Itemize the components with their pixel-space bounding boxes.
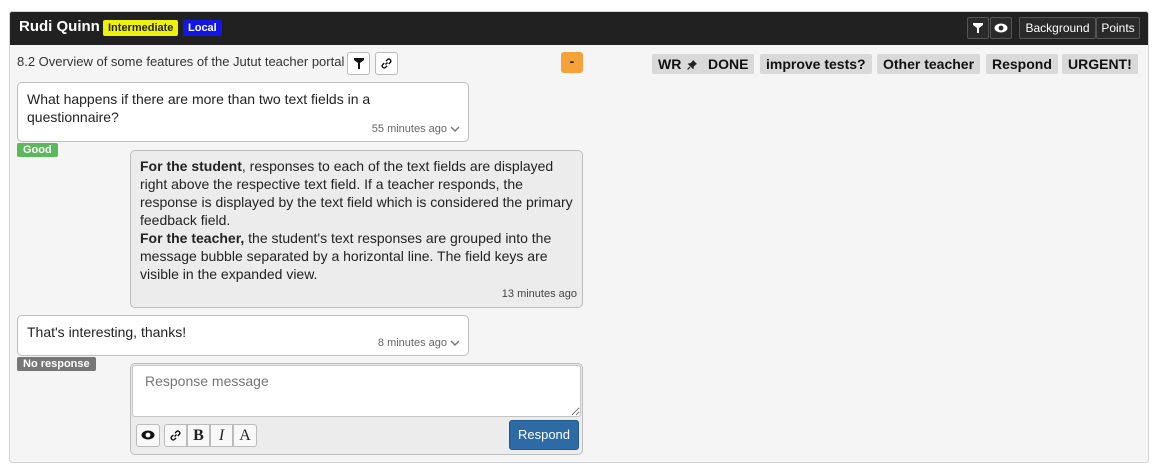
eye-icon [994,23,1008,33]
respond-button[interactable]: Respond [509,420,579,450]
student-name[interactable]: Rudi Quinn [19,18,100,35]
response-composer: B I A Respond [130,363,583,455]
status-badge: Good [17,143,58,157]
exercise-filter-button[interactable] [347,52,370,75]
header-eye-button[interactable] [990,17,1012,39]
exercise-title[interactable]: 8.2 Overview of some features of the Jut… [17,54,344,69]
answer-bold-student: For the student [140,158,242,174]
answer-bold-teacher: For the teacher, [140,230,245,246]
filter-icon [353,58,364,69]
conversation-panel: Rudi Quinn Intermediate Local Background… [9,11,1149,463]
tag-urgent[interactable]: URGENT! [1062,54,1138,74]
student-message-bubble[interactable]: That's interesting, thanks! 8 minutes ag… [17,315,469,356]
bold-button[interactable]: B [187,424,210,447]
location-badge: Local [183,20,222,36]
chevron-down-icon [450,126,460,132]
eye-icon [141,430,155,440]
tag-label: WR [658,56,682,72]
points-button[interactable]: Points [1096,17,1140,39]
pin-icon [687,60,698,70]
tag-improve-tests[interactable]: improve tests? [760,54,872,74]
exercise-link-button[interactable] [375,52,398,75]
student-header-bar: Rudi Quinn Intermediate Local Background… [10,12,1148,45]
timestamp-text: 8 minutes ago [377,337,447,349]
tag-wr[interactable]: WR [652,54,705,74]
message-timestamp[interactable]: 55 minutes ago [372,120,460,138]
filter-icon [973,23,983,33]
timestamp-text: 55 minutes ago [371,123,447,135]
font-button[interactable]: A [233,424,257,447]
header-filter-button[interactable] [967,17,989,39]
preview-button[interactable] [136,424,160,447]
tag-done[interactable]: DONE [702,54,755,74]
collapse-toggle-button[interactable]: - [561,52,583,73]
tag-other-teacher[interactable]: Other teacher [877,54,981,74]
chevron-down-icon [450,340,460,346]
link-icon [170,430,181,441]
student-message-bubble[interactable]: What happens if there are more than two … [17,82,469,142]
link-icon [381,58,392,69]
message-text: That's interesting, thanks! [27,324,187,340]
message-timestamp[interactable]: 8 minutes ago [378,334,460,352]
teacher-response-bubble[interactable]: For the student, responses to each of th… [130,150,583,308]
message-timestamp: 13 minutes ago [501,288,577,300]
italic-button[interactable]: I [210,424,233,447]
tag-respond[interactable]: Respond [986,54,1058,74]
insert-link-button[interactable] [164,424,187,447]
level-badge: Intermediate [103,20,179,36]
response-message-input[interactable] [132,365,581,417]
message-text: What happens if there are more than two … [27,91,371,125]
status-badge: No response [17,357,96,371]
background-button[interactable]: Background [1019,17,1096,39]
